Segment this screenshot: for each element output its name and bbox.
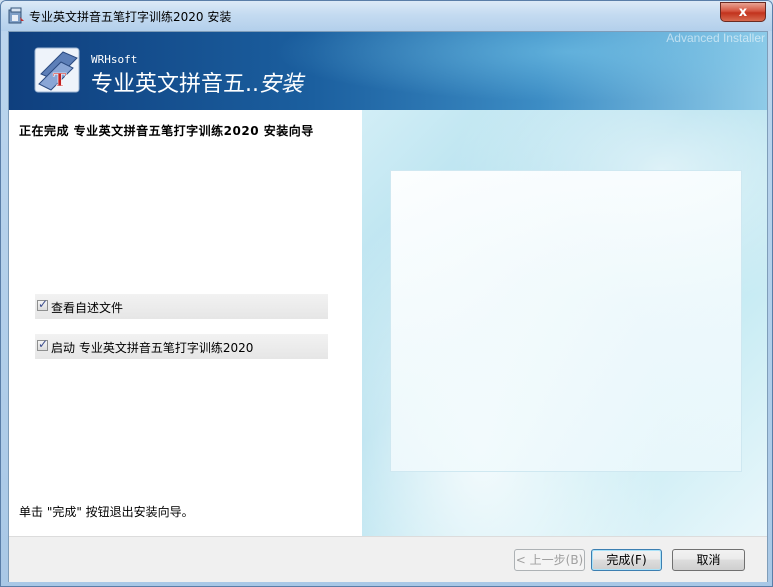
instruction-text: 单击 "完成" 按钮退出安装向导。 <box>19 505 194 519</box>
checkmark-icon: ✓ <box>38 337 49 351</box>
checkbox-label[interactable]: 启动 专业英文拼音五笔打字训练2020 <box>51 339 253 356</box>
wizard-body: T WRHsoft 专业英文拼音五..安装 Advanced Installer… <box>8 31 768 582</box>
installer-app-icon <box>8 7 24 24</box>
product-title: 专业英文拼音五..安装 <box>91 66 303 98</box>
wizard-banner: T WRHsoft 专业英文拼音五..安装 Advanced Installer <box>9 32 767 110</box>
cancel-button[interactable]: 取消 <box>672 549 745 571</box>
title-bar[interactable]: 专业英文拼音五笔打字训练2020 安装 x <box>1 1 772 31</box>
installer-window: 专业英文拼音五笔打字训练2020 安装 x T WRHsoft 专业英文拼音五.… <box>0 0 773 587</box>
window-title: 专业英文拼音五笔打字训练2020 安装 <box>29 10 232 24</box>
product-title-tail: 安装 <box>259 72 304 97</box>
decorative-panel <box>362 110 767 536</box>
svg-text:T: T <box>53 70 67 91</box>
checkbox-box[interactable]: ✓ <box>37 297 49 311</box>
checkbox-launch-app[interactable]: ✓ 启动 专业英文拼音五笔打字训练2020 <box>35 334 328 359</box>
finish-button[interactable]: 完成(F) <box>591 549 662 571</box>
back-button[interactable]: < 上一步(B) <box>514 549 585 571</box>
button-bar: < 上一步(B) 完成(F) 取消 <box>9 536 767 582</box>
page-heading: 正在完成 专业英文拼音五笔打字训练2020 安装向导 <box>19 124 314 138</box>
close-button[interactable]: x <box>720 2 766 22</box>
product-title-main: 专业英文拼音五.. <box>91 72 259 97</box>
checkbox-view-readme[interactable]: ✓ 查看自述文件 <box>35 294 328 319</box>
decorative-frame <box>390 170 742 472</box>
left-panel: 正在完成 专业英文拼音五笔打字训练2020 安装向导 ✓ 查看自述文件 ✓ 启动… <box>9 110 362 536</box>
company-name: WRHsoft <box>91 53 138 66</box>
product-logo-icon: T <box>34 47 80 93</box>
checkbox-box[interactable]: ✓ <box>37 337 49 351</box>
installer-brand: Advanced Installer <box>666 32 765 45</box>
checkbox-label[interactable]: 查看自述文件 <box>51 299 123 316</box>
checkmark-icon: ✓ <box>38 297 49 311</box>
